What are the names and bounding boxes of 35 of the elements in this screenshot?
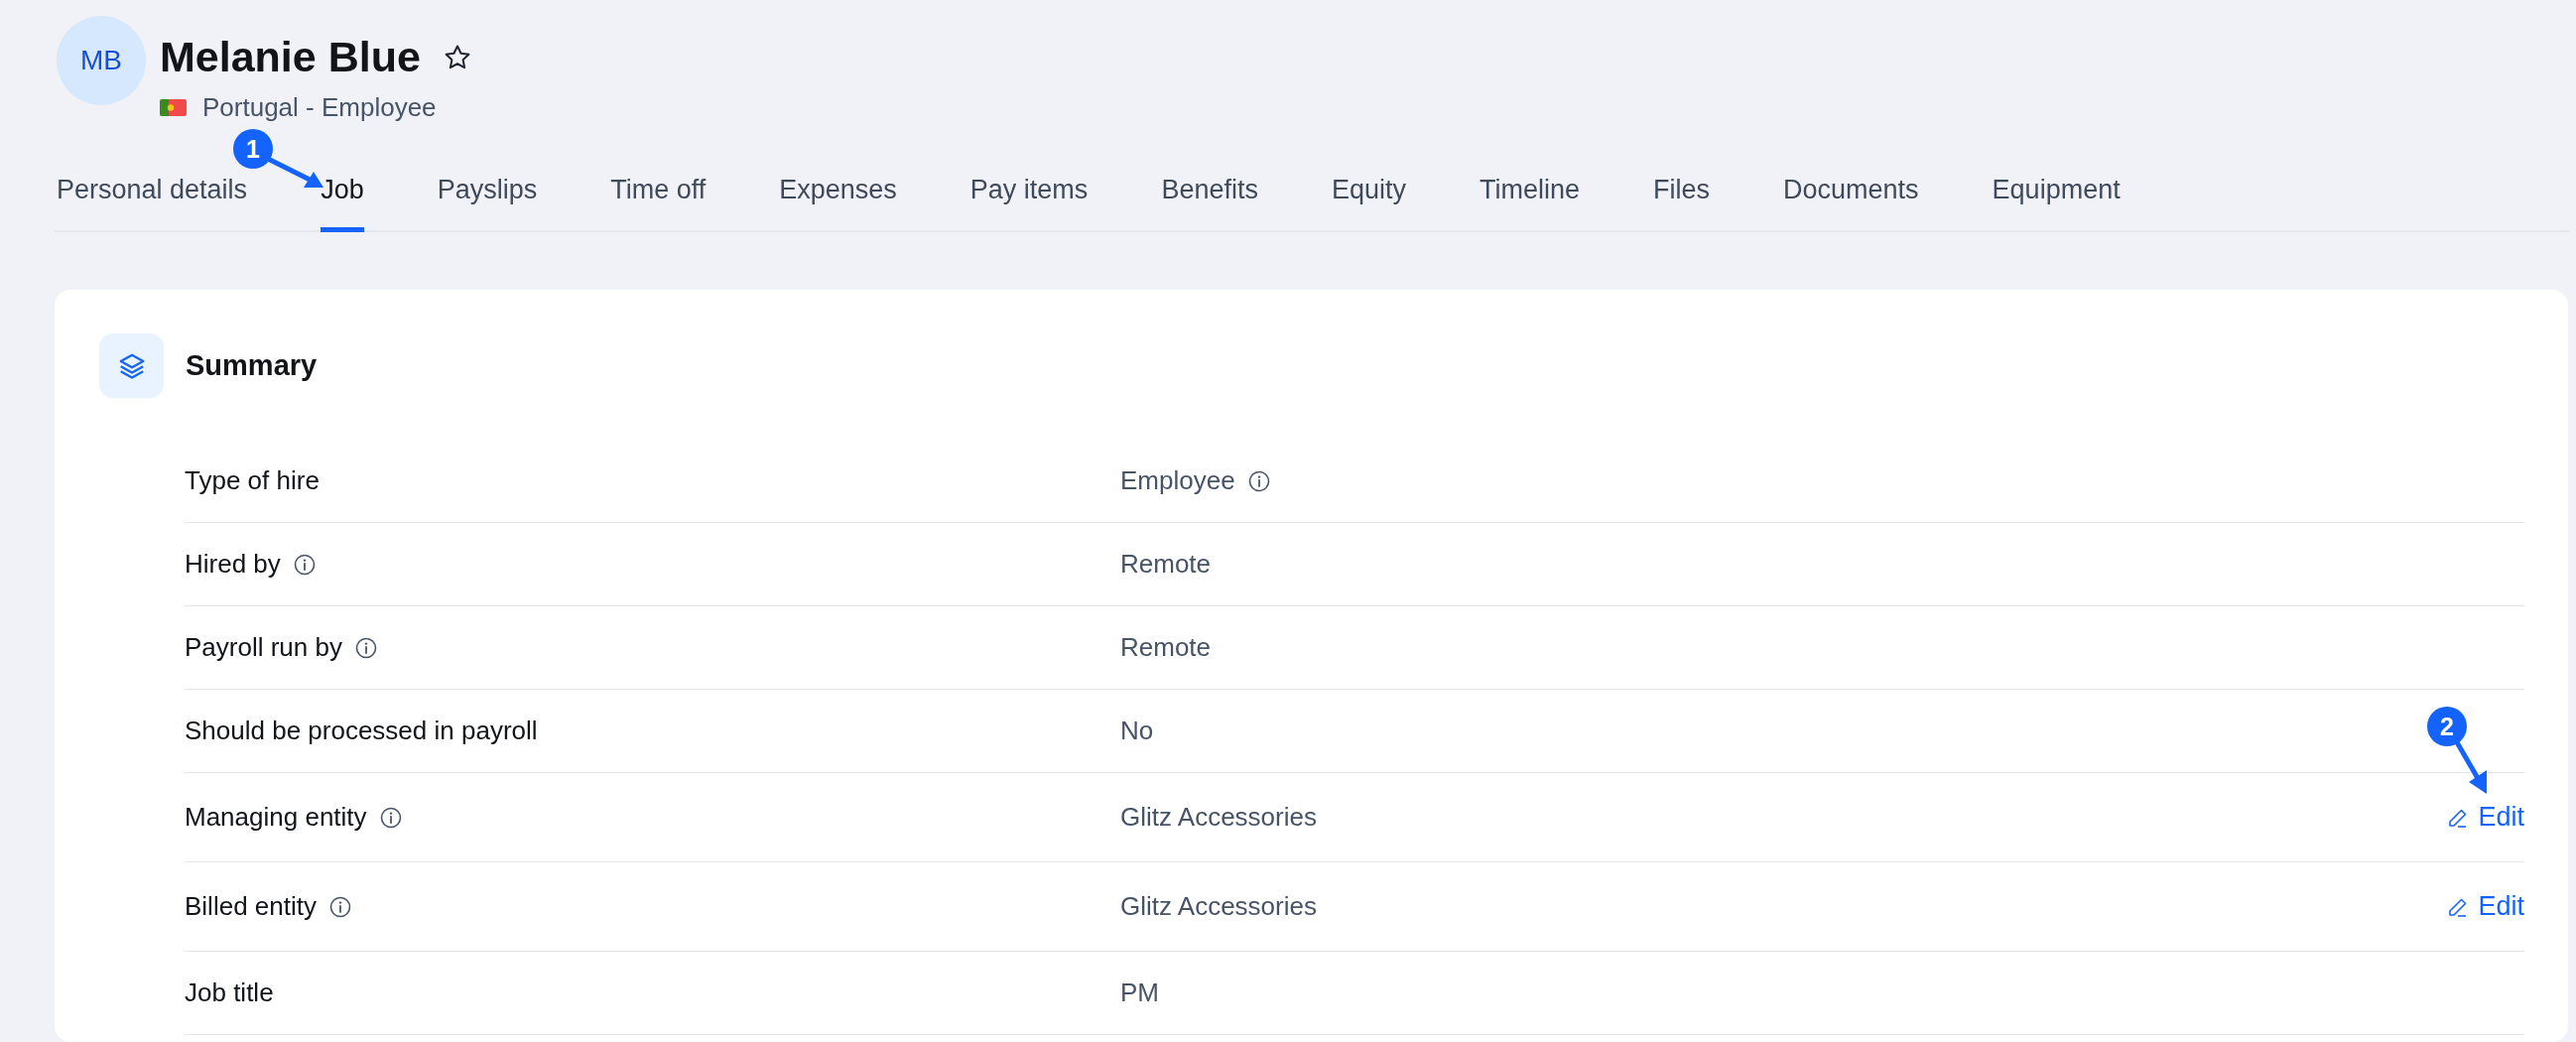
tab[interactable]: Equity	[1331, 165, 1406, 232]
card-title: Summary	[186, 349, 318, 382]
field-label: Type of hire	[185, 465, 320, 496]
field-label: Payroll run by	[185, 632, 342, 663]
field-value: Glitz Accessories	[1120, 891, 1317, 922]
edit-label: Edit	[2478, 891, 2524, 922]
tab[interactable]: Equipment	[1992, 165, 2121, 232]
edit-link[interactable]: Edit	[2446, 891, 2524, 922]
layers-icon	[99, 333, 164, 398]
field-label: Hired by	[185, 549, 281, 580]
tab[interactable]: Documents	[1783, 165, 1919, 232]
field-label: Should be processed in payroll	[185, 716, 538, 746]
employee-name: Melanie Blue	[160, 33, 421, 81]
field-label: Billed entity	[185, 891, 317, 922]
tab[interactable]: Expenses	[779, 165, 897, 232]
tab[interactable]: Payslips	[437, 165, 538, 232]
edit-label: Edit	[2478, 802, 2524, 833]
flag-icon	[160, 99, 187, 116]
tab[interactable]: Time off	[610, 165, 707, 232]
avatar: MB	[57, 16, 146, 105]
field-value: Employee	[1120, 465, 1235, 496]
field-value: Remote	[1120, 632, 1212, 663]
edit-link[interactable]: Edit	[2446, 802, 2524, 833]
tab[interactable]: Pay items	[969, 165, 1089, 232]
field-value: Glitz Accessories	[1120, 802, 1317, 833]
field-value: PM	[1120, 977, 1159, 1008]
field-label: Managing entity	[185, 802, 367, 833]
employee-subtitle: Portugal - Employee	[202, 92, 437, 123]
tab[interactable]: Timeline	[1480, 165, 1580, 232]
field-value: No	[1120, 716, 1154, 746]
tab[interactable]: Benefits	[1161, 165, 1258, 232]
step-badge: 1	[233, 129, 273, 169]
field-label: Job title	[185, 977, 274, 1008]
field-value: Remote	[1120, 549, 1212, 580]
tab[interactable]: Files	[1653, 165, 1711, 232]
